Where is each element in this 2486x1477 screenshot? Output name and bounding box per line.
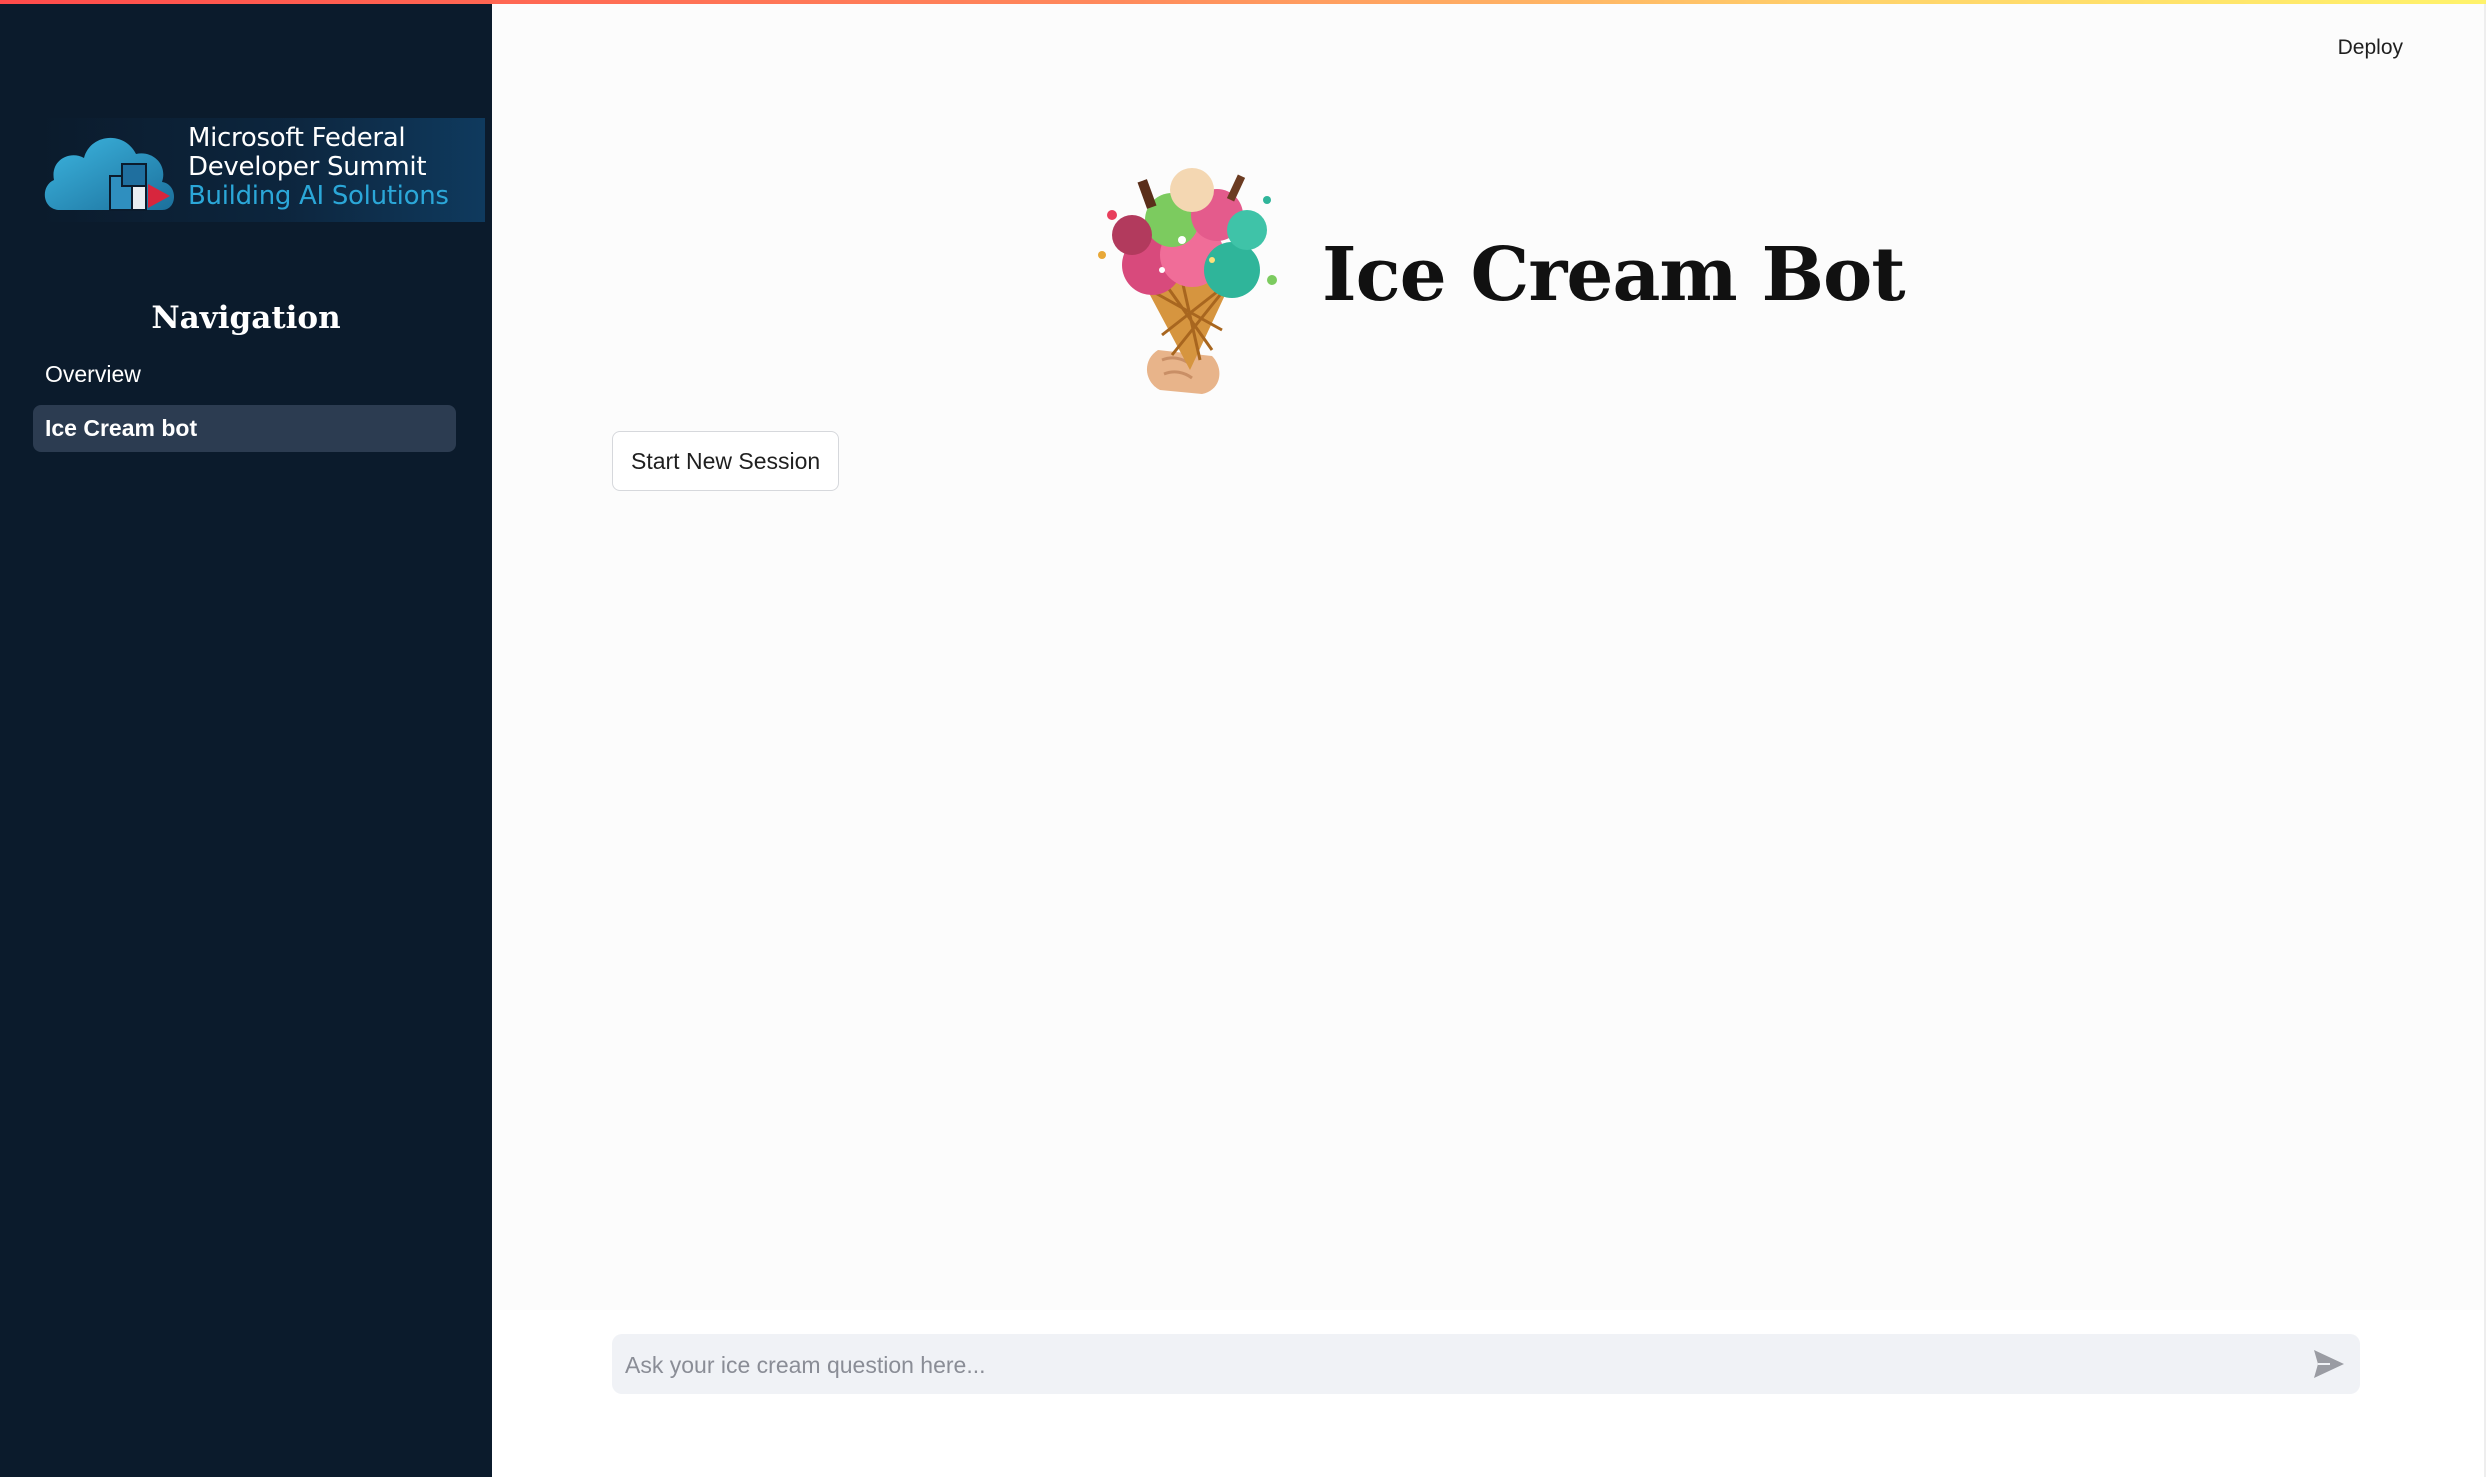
chat-input-area [492, 1310, 2486, 1477]
summit-logo: Microsoft Federal Developer Summit Build… [40, 118, 485, 222]
cloud-logo-icon [44, 137, 174, 211]
chat-input-container [612, 1334, 2360, 1396]
deploy-button[interactable]: Deploy [2338, 36, 2403, 60]
chat-input[interactable] [612, 1334, 2307, 1396]
sidebar: Microsoft Federal Developer Summit Build… [0, 0, 492, 1477]
navigation-heading: Navigation [151, 300, 341, 336]
ice-cream-cone-image [1098, 168, 1277, 394]
sidebar-item-ice-cream-bot[interactable]: Ice Cream bot [33, 405, 456, 452]
main-content: Deploy Ice Cream Bot Start New Session A… [492, 0, 2486, 1477]
send-icon[interactable] [2310, 1346, 2348, 1382]
page-title: Ice Cream Bot [1322, 232, 1906, 318]
sidebar-item-overview[interactable]: Overview [33, 351, 456, 398]
start-new-session-button[interactable]: Start New Session [612, 431, 840, 491]
logo-line-2: Developer Summit [188, 152, 427, 182]
app-window: Microsoft Federal Developer Summit Build… [0, 0, 2486, 1477]
top-decoration-bar [0, 0, 2486, 4]
logo-text: Microsoft Federal Developer Summit Build… [188, 124, 449, 211]
logo-line-3: Building AI Solutions [188, 181, 449, 211]
logo-line-1: Microsoft Federal [188, 123, 406, 153]
